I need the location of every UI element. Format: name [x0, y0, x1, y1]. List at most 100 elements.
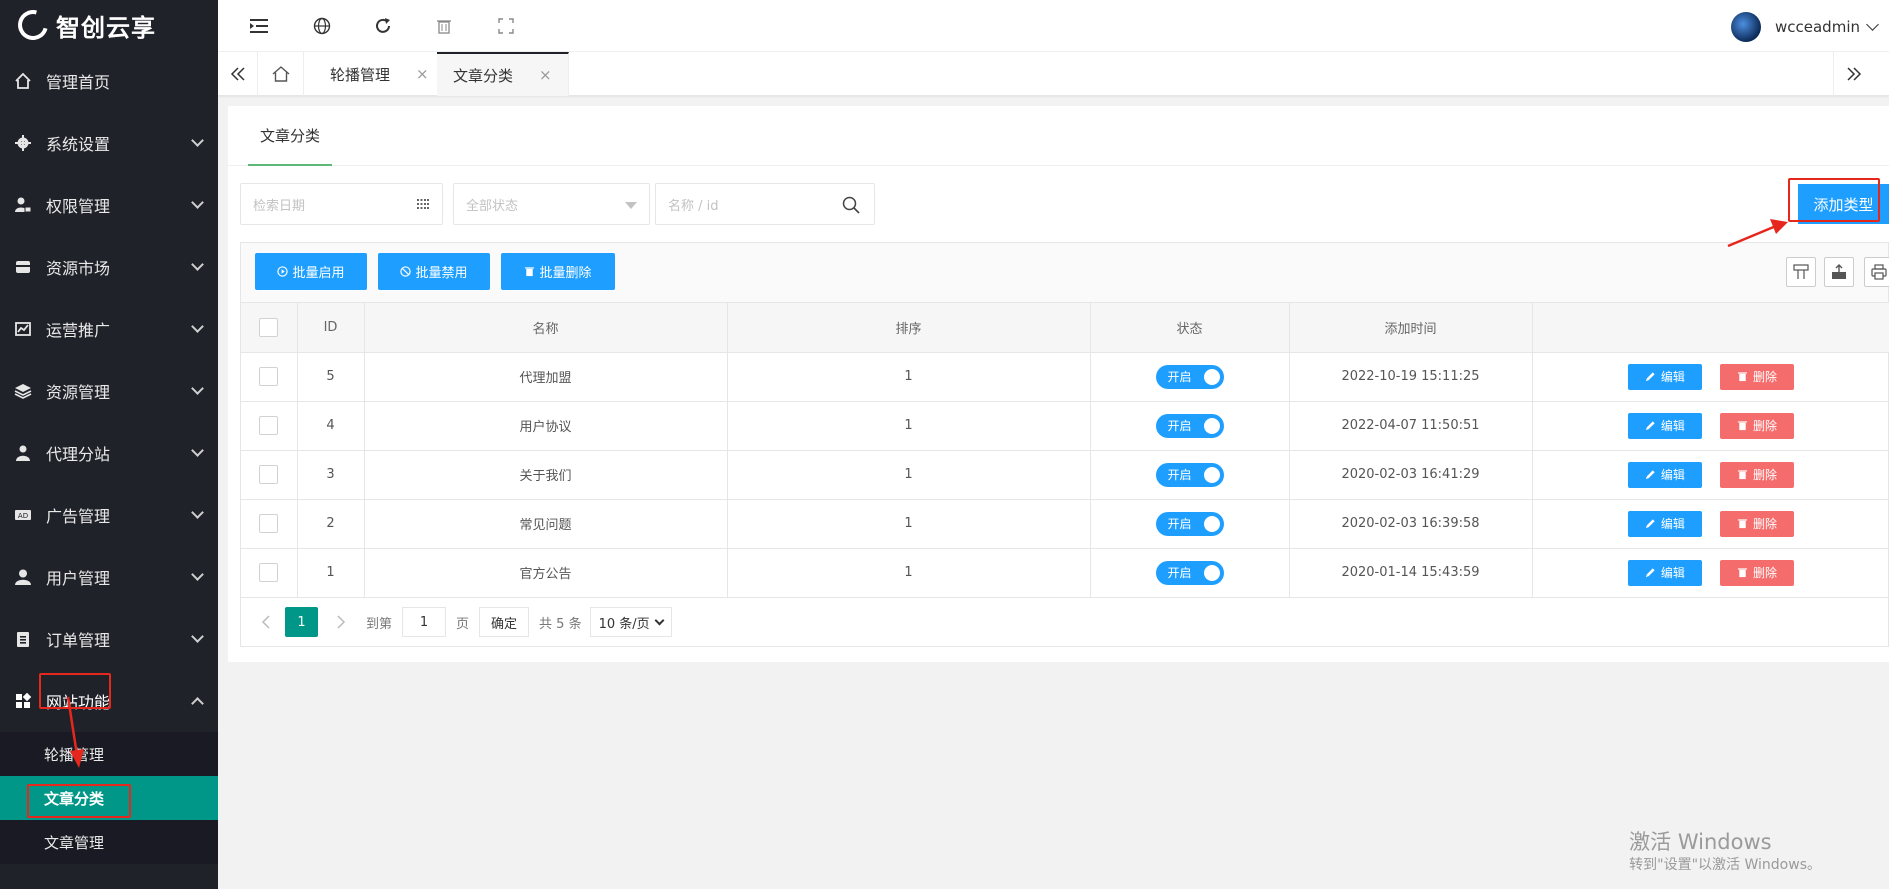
trash-icon	[525, 267, 535, 277]
panel-tab-article-category[interactable]: 文章分类	[248, 106, 333, 166]
content-panel: 文章分类 检索日期 全部状态 名称 / id 添加类型 批量启用 批量禁用 批量…	[228, 106, 1889, 662]
batch-enable-button[interactable]: 批量启用	[255, 253, 367, 290]
header-add-time: 添加时间	[1289, 303, 1533, 353]
edit-button[interactable]: 编辑	[1627, 363, 1702, 390]
sidebar-item-label: 广告管理	[46, 507, 111, 526]
status-toggle[interactable]: 开启	[1155, 413, 1224, 438]
tab-carousel[interactable]: 轮播管理 ×	[314, 52, 446, 96]
edit-button[interactable]: 编辑	[1627, 510, 1702, 537]
sidebar-item-home[interactable]: 管理首页	[0, 50, 218, 112]
batch-delete-button[interactable]: 批量删除	[501, 253, 615, 290]
cell-status: 开启	[1090, 499, 1290, 549]
next-page-icon[interactable]	[326, 607, 356, 637]
row-checkbox[interactable]	[259, 563, 279, 582]
table-body: 5 代理加盟 1 开启 2022-10-19 15:11:25 编辑 删除 4 …	[241, 352, 1889, 598]
cell-sort: 1	[727, 548, 1091, 598]
sidebar-item-label: 权限管理	[46, 197, 111, 216]
sidebar-item-agent-station[interactable]: 代理分站	[0, 422, 218, 484]
row-checkbox[interactable]	[259, 367, 279, 386]
logo[interactable]: 智创云享	[0, 0, 218, 50]
sidebar: 智创云享 管理首页 系统设置 权限管理 资源市场 运营推广 资源管理 代理分站 …	[0, 0, 218, 889]
status-toggle-label: 开启	[1167, 468, 1192, 482]
globe-icon[interactable]	[310, 14, 334, 38]
edit-button[interactable]: 编辑	[1627, 461, 1702, 488]
page-tabs-bar: 轮播管理 × 文章分类 ×	[218, 52, 1889, 96]
tabs-scroll-right-icon[interactable]	[1833, 52, 1873, 96]
sidebar-item-orders[interactable]: 订单管理	[0, 608, 218, 670]
select-all-checkbox[interactable]	[259, 317, 279, 337]
status-toggle[interactable]: 开启	[1155, 560, 1224, 585]
table-row: 2 常见问题 1 开启 2020-02-03 16:39:58 编辑 删除	[241, 499, 1889, 549]
columns-filter-icon[interactable]	[1786, 257, 1816, 287]
sidebar-subitem-article-category[interactable]: 文章分类	[0, 776, 218, 820]
row-checkbox[interactable]	[259, 514, 279, 533]
prev-page-icon[interactable]	[251, 607, 281, 637]
cell-status: 开启	[1090, 352, 1290, 402]
delete-button[interactable]: 删除	[1720, 461, 1795, 488]
close-icon[interactable]: ×	[416, 65, 429, 83]
sidebar-item-label: 代理分站	[46, 445, 111, 464]
export-icon[interactable]	[1824, 257, 1854, 287]
menu-fold-icon[interactable]	[247, 14, 271, 38]
batch-delete-label: 批量删除	[539, 265, 592, 280]
search-input[interactable]: 名称 / id	[655, 183, 875, 225]
edit-button[interactable]: 编辑	[1627, 559, 1702, 586]
status-filter-select[interactable]: 全部状态	[453, 183, 650, 225]
sidebar-subitem-article-management[interactable]: 文章管理	[0, 820, 218, 864]
tab-label: 文章分类	[453, 66, 514, 85]
goto-confirm-button[interactable]: 确定	[479, 607, 530, 637]
delete-button[interactable]: 删除	[1720, 363, 1795, 390]
cell-time: 2020-01-14 15:43:59	[1289, 548, 1533, 598]
table-row: 3 关于我们 1 开启 2020-02-03 16:41:29 编辑 删除	[241, 450, 1889, 500]
search-icon[interactable]	[842, 196, 860, 214]
fullscreen-icon[interactable]	[494, 14, 518, 38]
tabs-scroll-left-icon[interactable]	[218, 52, 258, 96]
pencil-icon	[1645, 372, 1655, 382]
goto-page-input[interactable]: 1	[402, 607, 447, 637]
status-toggle[interactable]: 开启	[1155, 462, 1224, 487]
chevron-down-icon	[191, 320, 204, 333]
sidebar-item-ads[interactable]: AD 广告管理	[0, 484, 218, 546]
batch-disable-button[interactable]: 批量禁用	[378, 253, 490, 290]
user-menu[interactable]: wcceadmin	[1731, 12, 1879, 42]
sidebar-subitem-carousel[interactable]: 轮播管理	[0, 732, 218, 776]
sidebar-item-label: 用户管理	[46, 569, 111, 588]
add-type-button[interactable]: 添加类型	[1798, 184, 1889, 224]
row-checkbox[interactable]	[259, 416, 279, 435]
sidebar-item-users[interactable]: 用户管理	[0, 546, 218, 608]
tab-article-category[interactable]: 文章分类 ×	[437, 52, 569, 96]
edit-button[interactable]: 编辑	[1627, 412, 1702, 439]
logo-icon	[12, 4, 54, 46]
status-toggle[interactable]: 开启	[1155, 511, 1224, 536]
pencil-icon	[1645, 421, 1655, 431]
sidebar-submenu: 轮播管理 文章分类 文章管理	[0, 732, 218, 864]
delete-button[interactable]: 删除	[1720, 412, 1795, 439]
page-size-select[interactable]: 10 条/页	[589, 607, 672, 637]
sidebar-item-system-settings[interactable]: 系统设置	[0, 112, 218, 174]
chevron-down-icon	[191, 196, 204, 209]
row-checkbox[interactable]	[259, 465, 279, 484]
table-header-row: ID 名称 排序 状态 添加时间	[241, 303, 1889, 353]
close-icon[interactable]: ×	[539, 66, 552, 84]
delete-button[interactable]: 删除	[1720, 510, 1795, 537]
date-filter-placeholder: 检索日期	[253, 198, 306, 214]
delete-button[interactable]: 删除	[1720, 559, 1795, 586]
sidebar-item-marketing[interactable]: 运营推广	[0, 298, 218, 360]
chart-icon	[14, 320, 32, 338]
page-number-current[interactable]: 1	[285, 607, 318, 637]
header-status: 状态	[1090, 303, 1290, 353]
page-size-value: 10 条/页	[598, 616, 650, 632]
date-filter-input[interactable]: 检索日期	[240, 183, 443, 225]
home-tab-icon[interactable]	[258, 52, 304, 96]
cell-actions: 编辑 删除	[1532, 499, 1889, 549]
status-toggle[interactable]: 开启	[1155, 364, 1224, 389]
watermark-title: 激活 Windows	[1629, 830, 1772, 854]
sidebar-item-resource-market[interactable]: 资源市场	[0, 236, 218, 298]
sidebar-item-site-functions[interactable]: 网站功能	[0, 670, 218, 732]
trash-icon[interactable]	[432, 14, 456, 38]
sidebar-item-permissions[interactable]: 权限管理	[0, 174, 218, 236]
print-icon[interactable]	[1864, 257, 1889, 287]
sidebar-item-resource-management[interactable]: 资源管理	[0, 360, 218, 422]
refresh-icon[interactable]	[371, 14, 395, 38]
svg-text:AD: AD	[18, 512, 28, 520]
